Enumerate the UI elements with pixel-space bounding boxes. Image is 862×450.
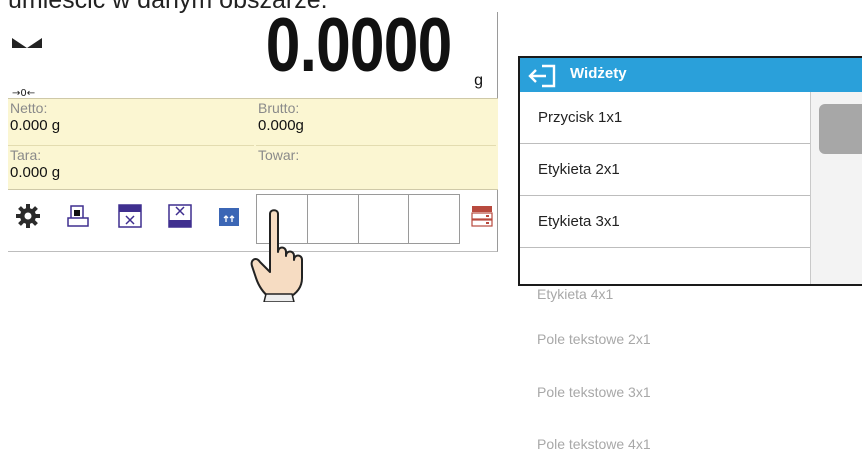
stability-icon [12,38,42,48]
list-item[interactable]: Etykieta 3x1 [520,196,810,248]
tare-window-icon[interactable] [118,204,142,228]
widget-slot[interactable] [409,195,460,243]
weight-unit: g [474,72,483,89]
brutto-field[interactable]: Brutto: 0.000g [256,99,496,145]
mode-icon[interactable] [218,204,242,228]
tare-window-icon-2[interactable] [168,204,192,228]
pointing-hand-icon [250,209,303,302]
tara-value: 0.000 g [10,164,61,181]
widget-slot[interactable] [359,195,410,243]
netto-label: Netto: [10,100,48,116]
tara-field[interactable]: Tara: 0.000 g [8,145,254,191]
scrollbar-track[interactable] [810,92,862,284]
widget-list: Przycisk 1x1 Etykieta 2x1 Etykieta 3x1 [520,92,810,284]
database-icon[interactable] [470,204,494,228]
netto-field[interactable]: Netto: 0.000 g [8,99,248,145]
list-item[interactable]: Etykieta 2x1 [520,144,810,196]
list-item[interactable]: Przycisk 1x1 [520,92,810,144]
brutto-label: Brutto: [258,100,300,116]
faded-list-item: Etykieta 4x1 [537,286,614,302]
widgets-dialog: Widżety Przycisk 1x1 Etykieta 2x1 Etykie… [518,56,862,286]
weight-display: 0.0000 [265,3,452,88]
dialog-title: Widżety [570,65,627,82]
faded-list-item: Pole tekstowe 3x1 [537,384,651,400]
dialog-header: Widżety [520,58,862,92]
back-icon[interactable] [528,64,558,88]
netto-value: 0.000 g [10,117,61,134]
gear-icon[interactable] [16,204,40,228]
list-item[interactable] [520,248,810,284]
faded-list-item: Pole tekstowe 2x1 [537,331,651,347]
scroll-thumb[interactable] [819,104,862,154]
faded-list-item: Pole tekstowe 4x1 [537,436,651,450]
printer-icon[interactable] [66,204,90,228]
towar-label: Towar: [258,147,300,163]
towar-field[interactable]: Towar: [256,145,496,191]
brutto-value: 0.000g [258,117,304,134]
tara-label: Tara: [10,147,42,163]
widget-slot[interactable] [308,195,359,243]
info-panel: Netto: 0.000 g Brutto: 0.000g Tara: 0.00… [8,98,498,190]
